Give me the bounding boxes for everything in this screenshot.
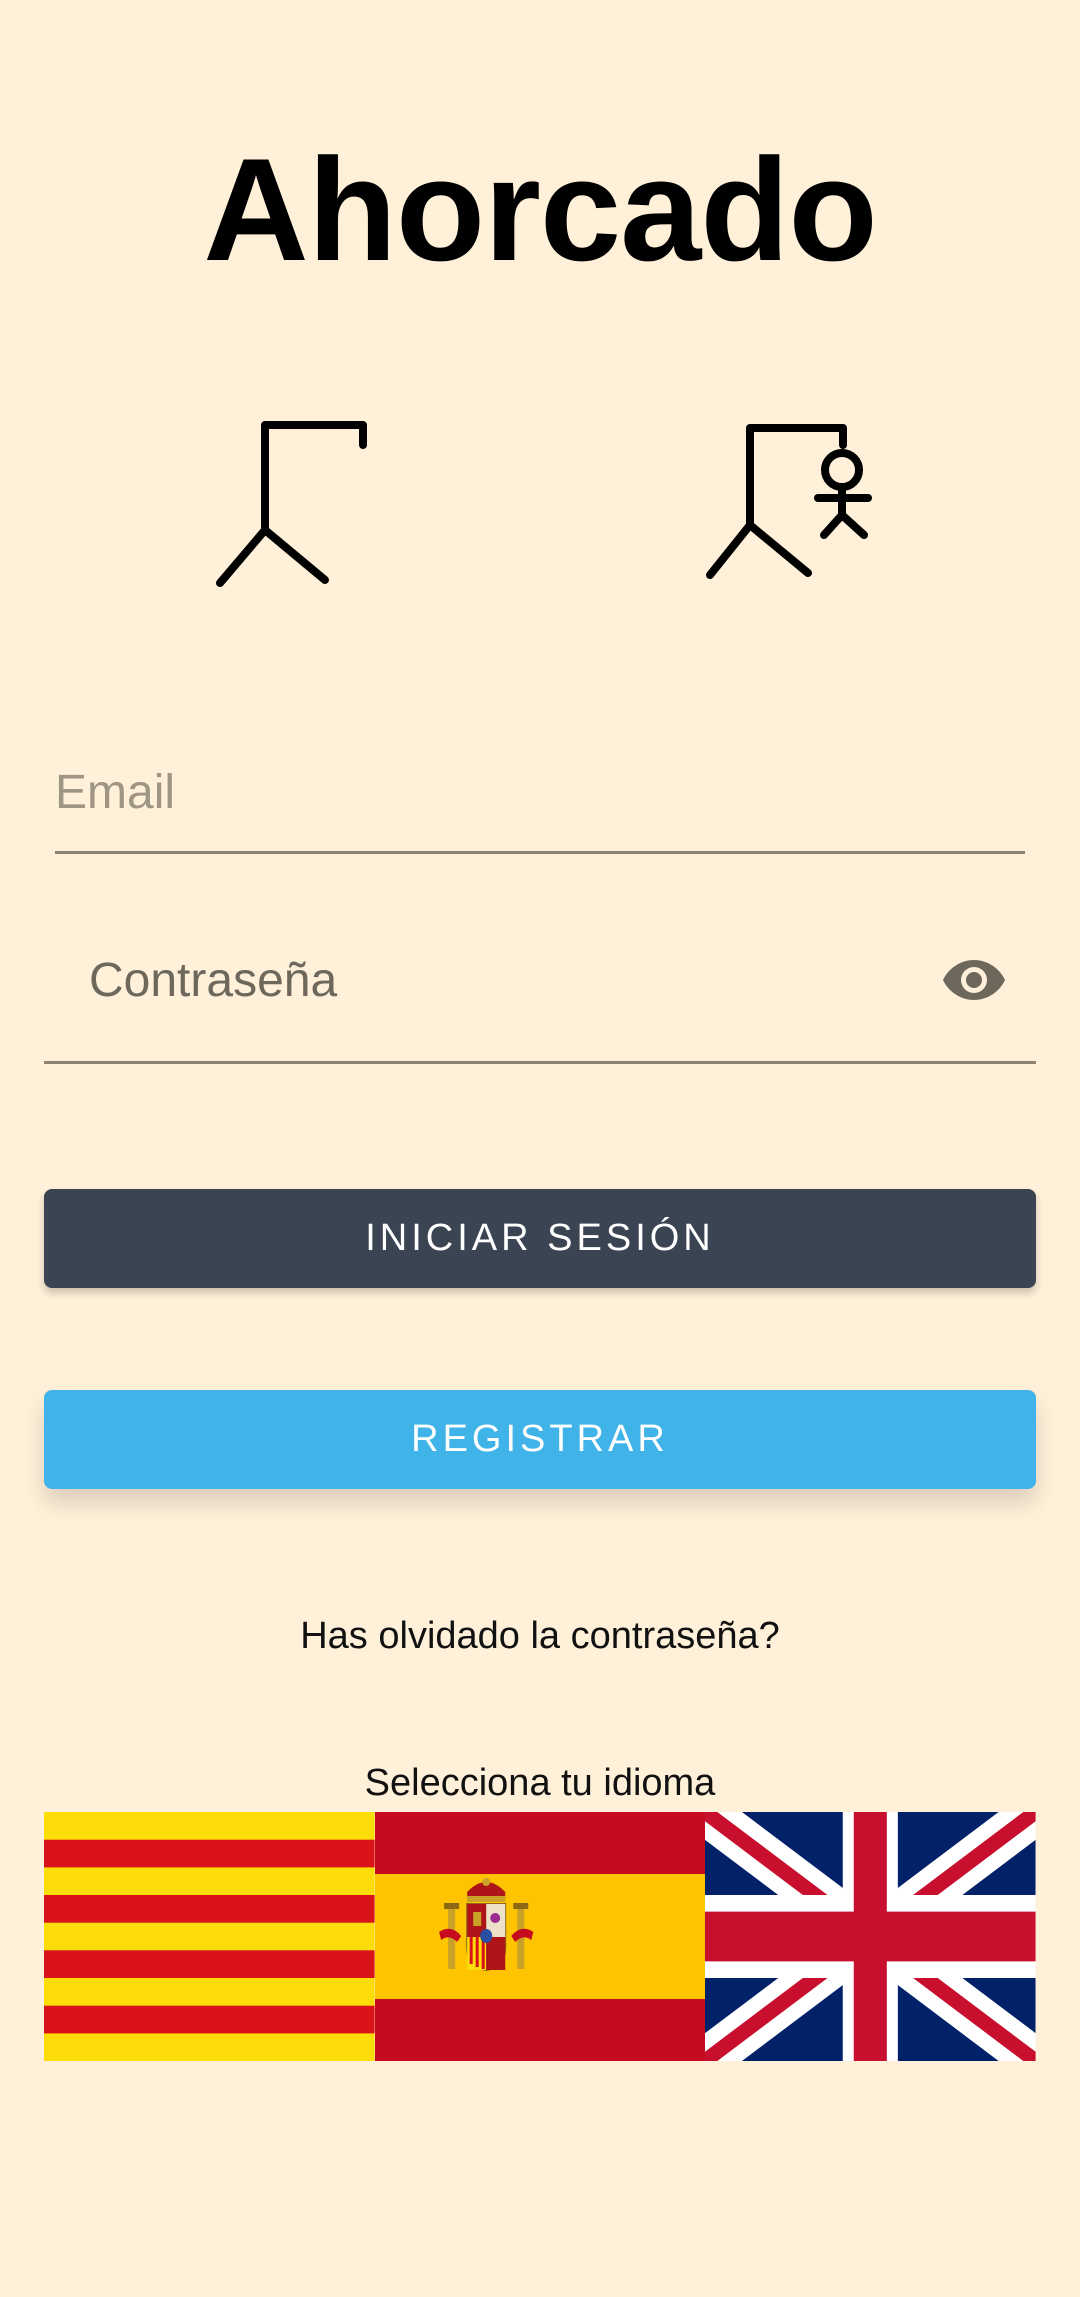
language-label: Selecciona tu idioma	[364, 1762, 716, 1804]
catalonia-flag-icon[interactable]	[44, 1812, 375, 2061]
gallows-hanged-icon	[706, 424, 872, 579]
uk-flag-icon[interactable]	[705, 1812, 1036, 2061]
eye-icon[interactable]	[942, 956, 1006, 1004]
password-input[interactable]	[89, 920, 929, 1040]
spain-flag-icon[interactable]	[374, 1812, 706, 2061]
email-field	[55, 745, 1025, 854]
register-button[interactable]: Registrar	[44, 1390, 1036, 1489]
email-input[interactable]	[55, 745, 1025, 839]
app-title: Ahorcado	[203, 128, 877, 291]
login-button[interactable]: Iniciar sesión	[44, 1189, 1036, 1288]
gallows-empty-icon	[216, 421, 367, 587]
login-screen: Ahorcado Iniciar	[0, 0, 1080, 2297]
language-selector	[44, 1812, 1036, 2061]
forgot-password-link[interactable]: Has olvidado la contraseña?	[0, 1615, 1080, 1658]
password-field	[44, 920, 1036, 1064]
